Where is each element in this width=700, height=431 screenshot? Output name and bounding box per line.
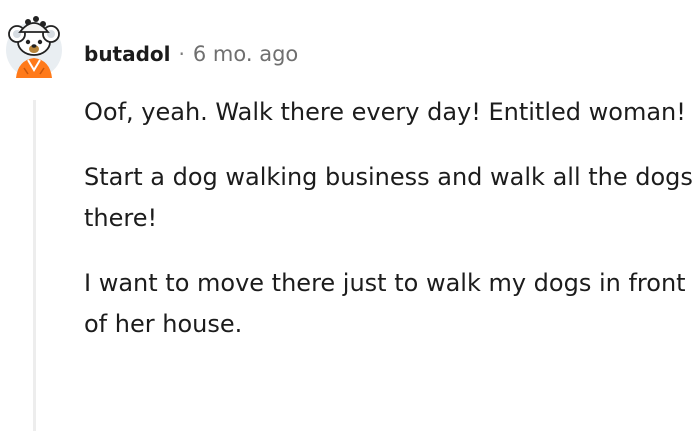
meta-separator: · — [178, 42, 185, 66]
user-avatar[interactable] — [4, 8, 64, 80]
comment-paragraph: Oof, yeah. Walk there every day! Entitle… — [84, 98, 686, 126]
snoo-avatar-icon — [6, 16, 62, 78]
thread-collapse-line[interactable] — [33, 100, 36, 431]
comment-timestamp[interactable]: 6 mo. ago — [193, 42, 298, 66]
author-username[interactable]: butadol — [84, 42, 171, 66]
comment-body: Oof, yeah. Walk there every day! Entitle… — [84, 92, 694, 369]
comment-meta: butadol · 6 mo. ago — [84, 34, 298, 74]
comment: butadol · 6 mo. ago Oof, yeah. Walk ther… — [0, 0, 700, 431]
comment-paragraph: I want to move there just to walk my dog… — [84, 269, 686, 338]
comment-paragraph: Start a dog walking business and walk al… — [84, 163, 693, 232]
